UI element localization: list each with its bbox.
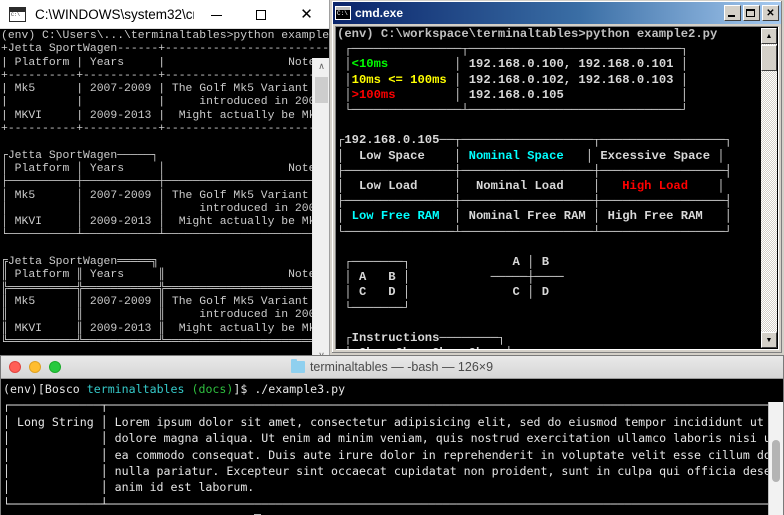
windows10-window-controls: ✕ <box>194 0 329 29</box>
macos-prompt-line-1: (env)[Bosco terminaltables (docs)]$ ./ex… <box>3 382 346 396</box>
windows10-scrollbar[interactable]: ∧ ∨ <box>312 58 329 364</box>
windows10-titlebar[interactable]: C:\WINDOWS\system32\cm... ✕ <box>0 0 329 29</box>
cmd-minimize-button[interactable] <box>724 5 741 21</box>
cmd-scrollbar[interactable]: ▲ ▼ <box>761 28 777 348</box>
windows10-title: C:\WINDOWS\system32\cm... <box>35 6 194 22</box>
windows10-cmd-window[interactable]: C:\WINDOWS\system32\cm... ✕ (env) C:\Use… <box>0 0 330 365</box>
windows10-scroll-thumb[interactable] <box>315 77 328 103</box>
cmd-scroll-thumb[interactable] <box>761 45 777 71</box>
macos-terminal-body[interactable]: (env)[Bosco terminaltables (docs)]$ ./ex… <box>1 379 783 515</box>
cmd-exe-window[interactable]: cmd.exe ✕ (env) C:\workspace\terminaltab… <box>330 0 784 355</box>
macos-title-group: terminaltables — -bash — 126×9 <box>1 356 783 378</box>
macos-scrollbar[interactable] <box>768 402 783 515</box>
cmd-maximize-button[interactable] <box>743 5 760 21</box>
ping-table: ┌───────────────┬───────────────────────… <box>344 42 689 118</box>
macos-titlebar[interactable]: terminaltables — -bash — 126×9 <box>1 356 783 379</box>
folder-icon <box>290 359 305 373</box>
cmd-close-button[interactable]: ✕ <box>762 5 779 21</box>
long-string-table: ┌─────────────┬─────────────────────────… <box>3 398 783 511</box>
abcd-tables: ┌───────┐ A │ B │ A B │ ─────┼──── │ C D… <box>344 255 564 315</box>
macos-terminal-output: (env)[Bosco terminaltables (docs)]$ ./ex… <box>3 381 783 515</box>
close-button-icon[interactable] <box>9 361 21 373</box>
cmd-scroll-up-button[interactable]: ▲ <box>761 28 777 44</box>
cmd-scroll-down-button[interactable]: ▼ <box>761 332 777 348</box>
cmd-icon <box>9 6 26 22</box>
windows10-close-button[interactable]: ✕ <box>284 0 329 29</box>
macos-title: terminaltables — -bash — 126×9 <box>309 360 494 374</box>
windows10-console-output: (env) C:\Users\...\terminaltables>python… <box>1 30 329 364</box>
cmd-prompt-line: (env) C:\workspace\terminaltables>python… <box>337 27 718 41</box>
macos-terminal-window[interactable]: terminaltables — -bash — 126×9 (env)[Bos… <box>0 355 784 515</box>
windows10-minimize-button[interactable] <box>194 0 239 29</box>
instructions-table: ┌Instructions────────┐ │ Obey Obey Obey … <box>344 331 512 349</box>
status-table: ┌192.168.0.105──┬──────────────────┬────… <box>337 133 732 239</box>
desktop-root: cmd.exe ✕ (env) C:\workspace\terminaltab… <box>0 0 784 515</box>
zoom-button-icon[interactable] <box>49 361 61 373</box>
windows10-scroll-up-button[interactable]: ∧ <box>313 58 329 75</box>
windows10-console[interactable]: (env) C:\Users\...\terminaltables>python… <box>0 29 329 364</box>
cmd-exe-title: cmd.exe <box>355 6 404 20</box>
cmd-console-output: (env) C:\workspace\terminaltables>python… <box>337 27 732 349</box>
windows10-maximize-button[interactable] <box>239 0 284 29</box>
cmd-exe-console[interactable]: (env) C:\workspace\terminaltables>python… <box>335 26 779 350</box>
macos-traffic-lights <box>9 361 61 373</box>
macos-scroll-thumb[interactable] <box>772 440 780 482</box>
cmd-exe-titlebar[interactable]: cmd.exe ✕ <box>333 2 781 24</box>
cmd-icon <box>335 6 351 20</box>
minimize-button-icon[interactable] <box>29 361 41 373</box>
